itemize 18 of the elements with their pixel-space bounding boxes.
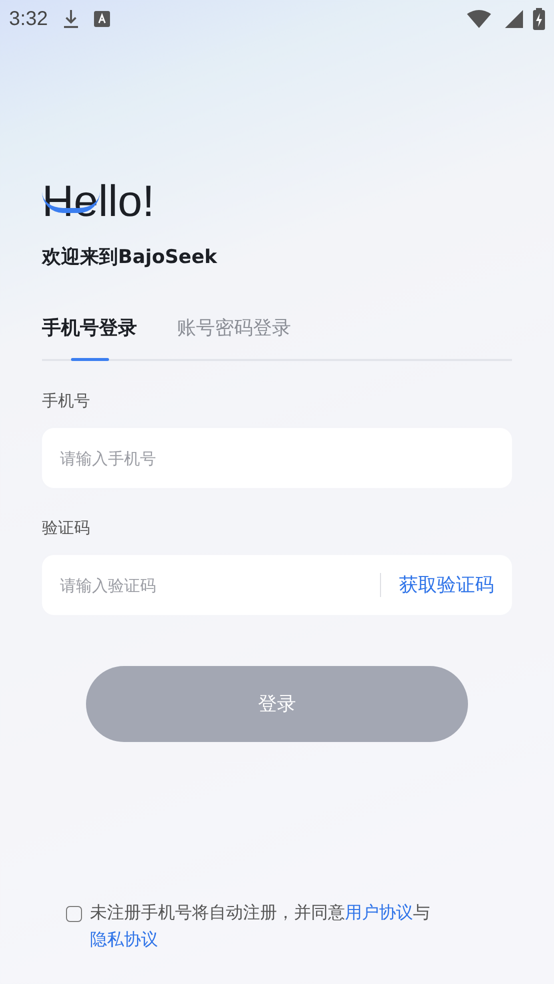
status-time: 3:32 — [9, 8, 48, 30]
welcome-subtitle: 欢迎来到BajoSeek — [42, 245, 218, 270]
field-label: 验证码 — [42, 518, 91, 539]
privacy-policy-link[interactable]: 隐私协议 — [90, 930, 158, 950]
get-code-link[interactable]: 获取验证码 — [399, 572, 494, 598]
signal-icon — [505, 10, 523, 28]
field-label: 手机号 — [42, 391, 91, 412]
download-icon — [62, 9, 80, 29]
user-agreement-link[interactable]: 用户协议 — [345, 903, 413, 923]
greeting-title: Hello! — [42, 178, 154, 226]
agreement-text: 未注册手机号将自动注册，并同意用户协议与 隐私协议 — [90, 902, 431, 952]
battery-icon — [533, 8, 545, 30]
login-tab[interactable]: 账号密码登录 — [177, 315, 291, 359]
login-tab[interactable]: 手机号登录 — [42, 315, 137, 359]
wifi-icon — [467, 10, 491, 28]
keyboard-app-icon — [94, 11, 110, 27]
agreement-checkbox[interactable] — [66, 906, 82, 922]
input-field[interactable]: 请输入手机号 — [42, 428, 512, 488]
